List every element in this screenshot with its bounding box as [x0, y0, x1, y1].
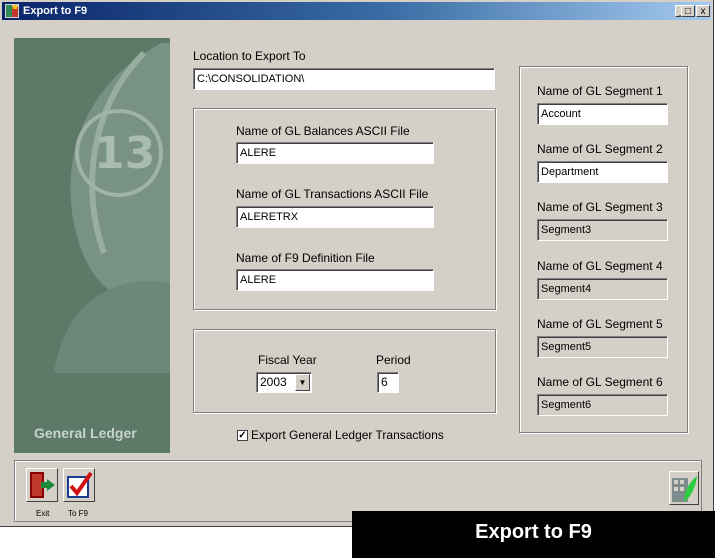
app-icon	[5, 4, 19, 18]
window-title: Export to F9	[23, 5, 88, 17]
location-label: Location to Export To	[193, 49, 306, 63]
segment-1-label: Name of GL Segment 1	[537, 84, 663, 98]
fiscal-year-select[interactable]: 2003 ▼	[256, 372, 312, 393]
to-f9-label: To F9	[68, 509, 89, 518]
segment-5-label: Name of GL Segment 5	[537, 317, 663, 331]
export-window: Export to F9 _ □ x 13 General Ledger Loc…	[0, 0, 714, 527]
segment-2-label: Name of GL Segment 2	[537, 142, 663, 156]
segment-4-input: Segment4	[537, 278, 668, 300]
definition-file-label: Name of F9 Definition File	[236, 251, 375, 265]
segment-1-input[interactable]: Account	[537, 103, 668, 125]
caption-banner: Export to F9	[352, 511, 715, 558]
segment-4-label: Name of GL Segment 4	[537, 259, 663, 273]
module-shortcut-button[interactable]	[669, 471, 699, 505]
period-input[interactable]: 6	[377, 372, 399, 393]
export-transactions-label[interactable]: Export General Ledger Transactions	[251, 428, 444, 442]
maximize-button[interactable]: □	[681, 5, 695, 17]
definition-file-input[interactable]: ALERE	[236, 269, 434, 291]
balances-file-input[interactable]: ALERE	[236, 142, 434, 164]
building-leaf-icon	[672, 476, 697, 502]
fiscal-year-label: Fiscal Year	[258, 353, 317, 367]
transactions-file-input[interactable]: ALERETRX	[236, 206, 434, 228]
chevron-down-icon[interactable]: ▼	[295, 374, 310, 391]
title-bar[interactable]: Export to F9 _ □ x	[2, 2, 711, 20]
fiscal-year-value: 2003	[260, 375, 287, 389]
period-label: Period	[376, 353, 411, 367]
checkmark-icon	[67, 471, 93, 498]
leaf-logo-icon: 13	[54, 43, 170, 373]
balances-file-label: Name of GL Balances ASCII File	[236, 124, 410, 138]
exit-button[interactable]	[26, 468, 58, 502]
segment-5-input: Segment5	[537, 336, 668, 358]
close-button[interactable]: x	[696, 5, 710, 17]
segment-6-input: Segment6	[537, 394, 668, 416]
svg-text:13: 13	[94, 128, 155, 179]
module-name: General Ledger	[34, 425, 137, 441]
exit-door-icon	[30, 472, 55, 498]
module-banner-panel: 13 General Ledger	[14, 38, 170, 453]
transactions-file-label: Name of GL Transactions ASCII File	[236, 187, 429, 201]
export-transactions-checkbox[interactable]: ✓	[237, 430, 248, 441]
segment-3-label: Name of GL Segment 3	[537, 200, 663, 214]
segment-2-input[interactable]: Department	[537, 161, 668, 183]
segment-6-label: Name of GL Segment 6	[537, 375, 663, 389]
to-f9-button[interactable]	[63, 468, 95, 502]
period-group	[193, 329, 496, 413]
caption-text: Export to F9	[475, 521, 592, 543]
exit-label: Exit	[36, 509, 50, 518]
location-input[interactable]: C:\CONSOLIDATION\	[193, 68, 495, 90]
segment-3-input: Segment3	[537, 219, 668, 241]
